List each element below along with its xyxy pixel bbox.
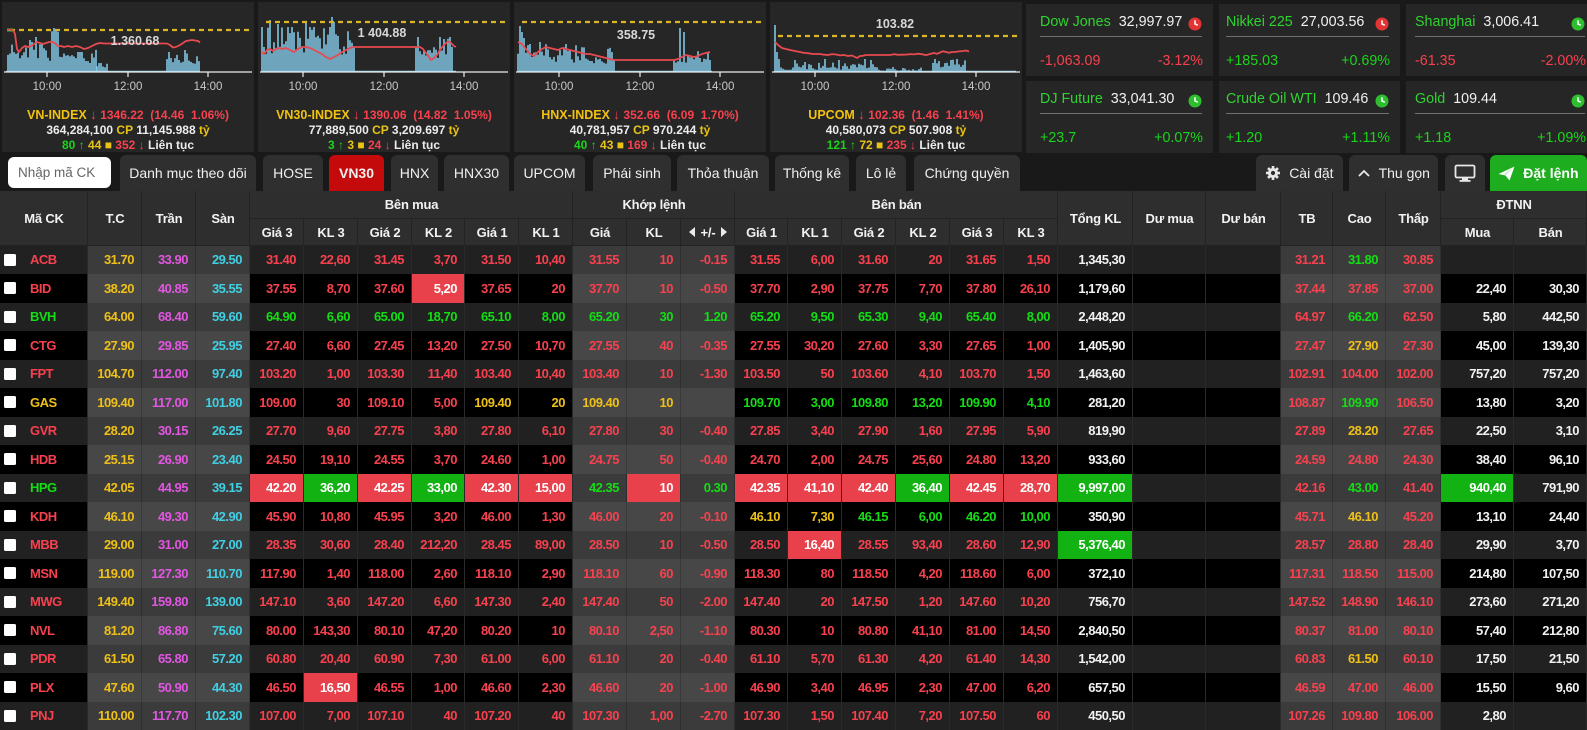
svg-text:12:00: 12:00 [370,81,399,93]
svg-text:358.75: 358.75 [617,28,655,42]
svg-text:14:00: 14:00 [962,81,991,93]
svg-text:10:00: 10:00 [289,81,318,93]
svg-text:14:00: 14:00 [450,81,479,93]
svg-text:1 404.88: 1 404.88 [358,26,407,40]
svg-text:12:00: 12:00 [626,81,655,93]
svg-text:10:00: 10:00 [545,81,574,93]
svg-text:12:00: 12:00 [882,81,911,93]
svg-text:103.82: 103.82 [876,17,914,31]
svg-text:14:00: 14:00 [194,81,223,93]
svg-text:1.360.68: 1.360.68 [111,34,160,48]
svg-text:10:00: 10:00 [801,81,830,93]
svg-text:12:00: 12:00 [114,81,143,93]
svg-text:14:00: 14:00 [706,81,735,93]
svg-text:10:00: 10:00 [33,81,62,93]
